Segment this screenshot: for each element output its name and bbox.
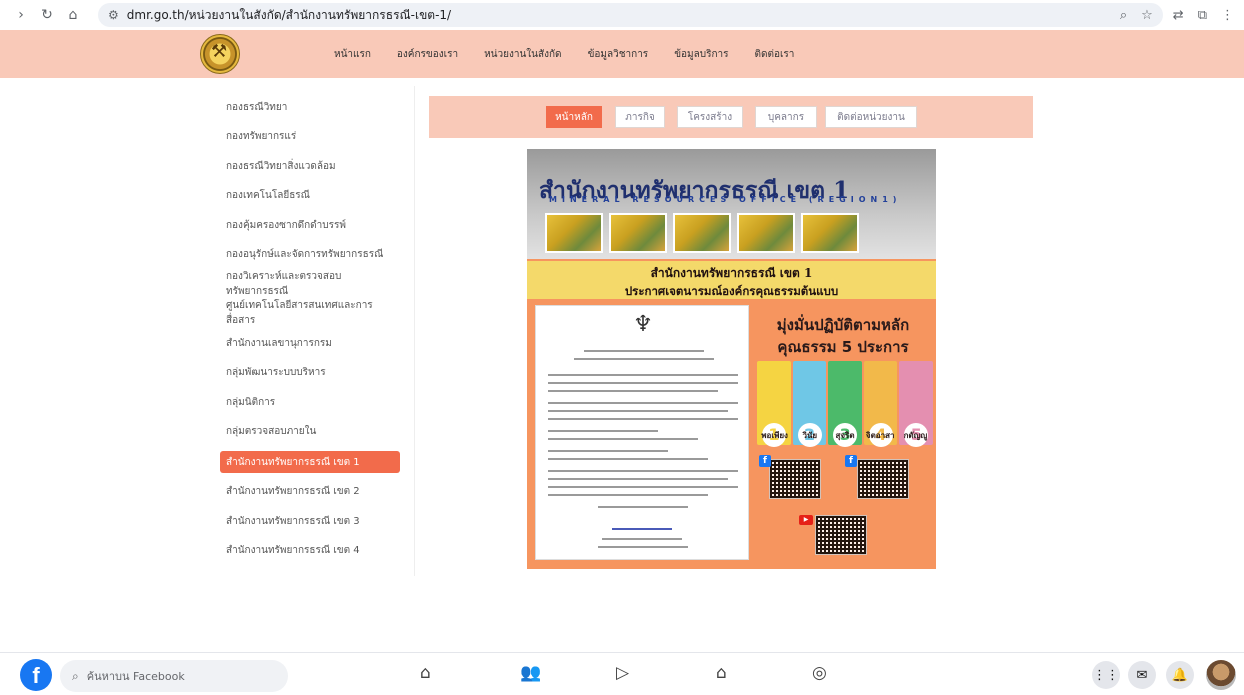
facebook-icon: f (845, 455, 857, 467)
tab-main[interactable]: หน้าหลัก (546, 106, 602, 128)
announcement-document: ♆ (535, 305, 749, 560)
youtube-icon: ▶ (799, 515, 813, 525)
nav-about[interactable]: องค์กรของเรา (397, 47, 458, 62)
address-bar[interactable]: ⚙ dmr.go.th/หน่วยงานในสังกัด/สำนักงานทรั… (98, 3, 1163, 27)
nav-services[interactable]: ข้อมูลบริการ (674, 47, 728, 62)
home-icon[interactable]: ⌂ (62, 4, 84, 26)
sidebar-item[interactable]: กองธรณีวิทยาสิ่งแวดล้อม (220, 155, 400, 177)
sidebar-item[interactable]: กองเทคโนโลยีธรณี (220, 184, 400, 206)
nav-academic[interactable]: ข้อมูลวิชาการ (588, 47, 649, 62)
url-text: dmr.go.th/หน่วยงานในสังกัด/สำนักงานทรัพย… (126, 7, 452, 22)
sidebar-item[interactable]: กลุ่มพัฒนาระบบบริหาร (220, 361, 400, 383)
nav-contact[interactable]: ติดต่อเรา (755, 47, 795, 62)
sidebar-item[interactable]: กองธรณีวิทยา (220, 96, 400, 118)
site-header: หน้าแรก องค์กรของเรา หน่วยงานในสังกัด ข้… (0, 30, 1244, 78)
virtue-labels: พอเพียง วินัย สุจริต จิตอาสา กตัญญู (757, 429, 933, 442)
tab-mission[interactable]: ภารกิจ (615, 106, 665, 128)
activity-photo (801, 213, 859, 253)
search-placeholder: ค้นหาบน Facebook (86, 670, 185, 683)
poster-banner: สำนักงานทรัพยากรธรณี เขต 1 ประกาศเจตนารม… (527, 261, 936, 299)
menu-icon[interactable]: ⋮ (1221, 8, 1234, 23)
facebook-icon: f (759, 455, 771, 467)
youtube-qr-code (815, 515, 867, 555)
right-title-line-1: มุ่งมั่นปฏิบัติตามหลัก (776, 316, 910, 334)
sidebar-item[interactable]: กลุ่มนิติการ (220, 391, 400, 413)
poster-subtitle: MINERAL RESOURCES OFFICE (REGION1) (549, 195, 902, 204)
browser-toolbar: › ↻ ⌂ ⚙ dmr.go.th/หน่วยงานในสังกัด/สำนัก… (0, 0, 1244, 30)
dmr-logo[interactable] (200, 34, 240, 74)
sidebar-item[interactable]: กองทรัพยากรแร่ (220, 125, 400, 147)
back-icon[interactable]: › (10, 4, 32, 26)
banner-line-2: ประกาศเจตนารมณ์องค์กรคุณธรรมต้นแบบ (624, 284, 839, 298)
sidebar-item[interactable]: สำนักงานเลขานุการกรม (220, 332, 400, 354)
activity-photo (609, 213, 667, 253)
right-title-line-2: คุณธรรม 5 ประการ (777, 338, 909, 356)
notifications-bell-icon[interactable]: 🔔 (1166, 661, 1194, 689)
site-settings-icon[interactable]: ⚙ (108, 8, 119, 22)
facebook-qr-code (769, 459, 821, 499)
facebook-bottom-bar: f ⌕ ค้นหาบน Facebook ⌂ 👥 ▷ ⌂ ◎ ⋮⋮ ✉ 🔔 (0, 652, 1244, 695)
virtue-label: จิตอาสา (865, 431, 895, 440)
avatar[interactable] (1206, 660, 1236, 690)
nav-units[interactable]: หน่วยงานในสังกัด (484, 47, 562, 62)
banner-line-1: สำนักงานทรัพยากรธรณี เขต 1 (650, 266, 813, 280)
tab-personnel[interactable]: บุคลากร (755, 106, 817, 128)
virtue-label: กตัญญู (903, 431, 928, 440)
sidebar-item[interactable]: สำนักงานทรัพยากรธรณี เขต 2 (220, 480, 400, 502)
messenger-icon[interactable]: ✉ (1128, 661, 1156, 689)
bookmark-star-icon[interactable]: ☆ (1141, 8, 1153, 23)
search-icon: ⌕ (72, 668, 79, 683)
sidebar-item-active[interactable]: สำนักงานทรัพยากรธรณี เขต 1 (220, 451, 400, 473)
sidebar-item[interactable]: ศูนย์เทคโนโลยีสารสนเทศและการสื่อสาร (220, 300, 400, 326)
home-icon[interactable]: ⌂ (420, 663, 431, 683)
virtue-label: พอเพียง (761, 431, 788, 440)
groups-icon[interactable]: ◎ (812, 663, 827, 683)
facebook-logo-icon[interactable]: f (20, 659, 52, 691)
facebook-qr-code (857, 459, 909, 499)
menu-grid-icon[interactable]: ⋮⋮ (1092, 661, 1120, 689)
translate-icon[interactable]: ⇄ (1173, 8, 1184, 23)
activity-photo (673, 213, 731, 253)
activity-photo (545, 213, 603, 253)
sidebar: กองธรณีวิทยา กองทรัพยากรแร่ กองธรณีวิทยา… (205, 86, 415, 576)
nav-home[interactable]: หน้าแรก (334, 47, 371, 62)
sidebar-item[interactable]: กองอนุรักษ์และจัดการทรัพยากรธรณี (220, 243, 400, 265)
top-navigation: หน้าแรก องค์กรของเรา หน่วยงานในสังกัด ข้… (334, 30, 794, 78)
tab-contact-unit[interactable]: ติดต่อหน่วยงาน (825, 106, 917, 128)
poster-photo-strip (545, 213, 859, 253)
sidebar-item[interactable]: กองคุ้มครองซากดึกดำบรรพ์ (220, 214, 400, 236)
tab-structure[interactable]: โครงสร้าง (677, 106, 743, 128)
marketplace-icon[interactable]: ⌂ (716, 663, 727, 683)
virtue-label: วินัย (802, 431, 818, 440)
tabs-panel: หน้าหลัก ภารกิจ โครงสร้าง บุคลากร ติดต่อ… (429, 96, 1033, 138)
watch-icon[interactable]: ▷ (616, 663, 629, 683)
sidebar-item[interactable]: กลุ่มตรวจสอบภายใน (220, 420, 400, 442)
poster-right-title: มุ่งมั่นปฏิบัติตามหลัก คุณธรรม 5 ประการ (757, 314, 929, 358)
extensions-icon[interactable]: ⧉ (1198, 8, 1207, 23)
sidebar-item[interactable]: สำนักงานทรัพยากรธรณี เขต 3 (220, 510, 400, 532)
activity-photo (737, 213, 795, 253)
reload-icon[interactable]: ↻ (36, 4, 58, 26)
sidebar-item[interactable]: กองวิเคราะห์และตรวจสอบทรัพยากรธรณี (220, 271, 400, 297)
announcement-poster: สำนักงานทรัพยากรธรณี เขต 1 MINERAL RESOU… (527, 149, 936, 569)
facebook-search[interactable]: ⌕ ค้นหาบน Facebook (60, 660, 288, 692)
friends-icon[interactable]: 👥 (520, 663, 541, 683)
garuda-emblem-icon: ♆ (633, 312, 653, 337)
virtue-label: สุจริต (835, 431, 855, 440)
zoom-icon[interactable]: ⌕ (1120, 8, 1127, 23)
sidebar-item[interactable]: สำนักงานทรัพยากรธรณี เขต 4 (220, 539, 400, 561)
